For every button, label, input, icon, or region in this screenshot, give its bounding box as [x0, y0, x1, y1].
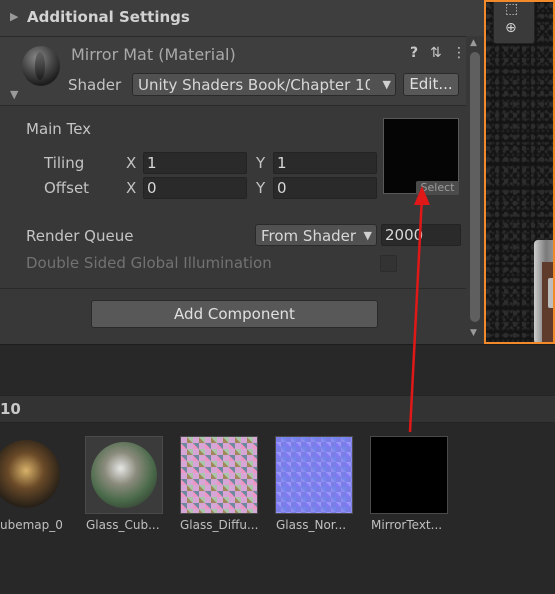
render-queue-dropdown[interactable]: From Shader ▼: [255, 224, 377, 246]
scene-object-plate: [548, 278, 553, 308]
glass-cubemap-thumbnail: [91, 442, 157, 508]
material-preview-icon: [22, 46, 60, 86]
window-tab-bar: [0, 344, 555, 369]
offset-y-label: Y: [256, 179, 266, 197]
offset-x-label: X: [126, 179, 137, 197]
main-tex-label: Main Tex: [26, 120, 92, 138]
preset-sliders-icon[interactable]: ⇅: [430, 45, 442, 61]
double-sided-gi-label: Double Sided Global Illumination: [26, 254, 272, 272]
offset-x-field[interactable]: 0: [143, 177, 247, 199]
render-queue-option: From Shader: [261, 227, 357, 245]
additional-settings-title: Additional Settings: [27, 8, 190, 26]
help-icon[interactable]: ?: [410, 45, 418, 61]
asset-label: MirrorText...: [371, 518, 443, 532]
render-queue-label: Render Queue: [26, 227, 134, 245]
offset-label: Offset: [44, 179, 90, 197]
asset-label: Glass_Nor...: [276, 518, 347, 532]
asset-label: Glass_Diffu...: [180, 518, 259, 532]
asset-mirror-texture[interactable]: [370, 436, 448, 514]
cubemap-thumbnail: [0, 440, 60, 508]
double-sided-gi-toggle[interactable]: [380, 255, 397, 272]
asset-label: Glass_Cub...: [86, 518, 160, 532]
chevron-down-icon: ▼: [363, 229, 372, 242]
inspector-scrollbar-thumb[interactable]: [470, 52, 480, 322]
rect-tool-icon[interactable]: ⬚: [505, 2, 518, 17]
texture-select-button[interactable]: Select: [416, 181, 459, 195]
tiling-label: Tiling: [44, 154, 85, 172]
chevron-down-icon: ▼: [382, 78, 391, 91]
scroll-up-icon[interactable]: ▲: [470, 38, 477, 48]
transform-tool-icon[interactable]: ⊕: [505, 20, 517, 36]
more-options-icon[interactable]: ⋮: [452, 45, 466, 61]
shader-label: Shader: [68, 76, 122, 94]
project-breadcrumb-bar: [0, 395, 555, 423]
offset-y-field[interactable]: 0: [273, 177, 377, 199]
inspector-panel: ▶ Additional Settings ▼ Mirror Mat (Mate…: [0, 0, 484, 344]
shader-edit-button[interactable]: Edit...: [403, 73, 459, 96]
divider: [0, 288, 466, 289]
scene-tools-overlay: ⬚ ⊕: [493, 2, 535, 44]
asset-glass-cubemap[interactable]: [85, 436, 163, 514]
asset-label: ubemap_0: [0, 518, 63, 532]
foldout-down-icon[interactable]: ▼: [10, 88, 18, 101]
tiling-y-field[interactable]: 1: [273, 152, 377, 174]
shader-dropdown-value: Unity Shaders Book/Chapter 10/M: [138, 76, 370, 94]
foldout-right-icon[interactable]: ▶: [10, 10, 18, 23]
tiling-x-label: X: [126, 154, 137, 172]
tiling-x-field[interactable]: 1: [143, 152, 247, 174]
scroll-down-icon[interactable]: ▼: [470, 328, 477, 338]
asset-glass-normal[interactable]: [275, 436, 353, 514]
asset-glass-diffuse[interactable]: [180, 436, 258, 514]
render-queue-value-field[interactable]: 2000: [381, 224, 461, 246]
asset-cubemap[interactable]: [0, 436, 66, 514]
scene-view[interactable]: ⬚ ⊕: [484, 0, 555, 344]
add-component-button[interactable]: Add Component: [91, 300, 378, 328]
shader-dropdown[interactable]: Unity Shaders Book/Chapter 10/M ▼: [132, 73, 396, 96]
additional-settings-header[interactable]: ▶ Additional Settings: [0, 0, 484, 37]
tiling-y-label: Y: [256, 154, 266, 172]
folder-breadcrumb[interactable]: 10: [0, 400, 21, 418]
material-title: Mirror Mat (Material): [71, 45, 236, 64]
